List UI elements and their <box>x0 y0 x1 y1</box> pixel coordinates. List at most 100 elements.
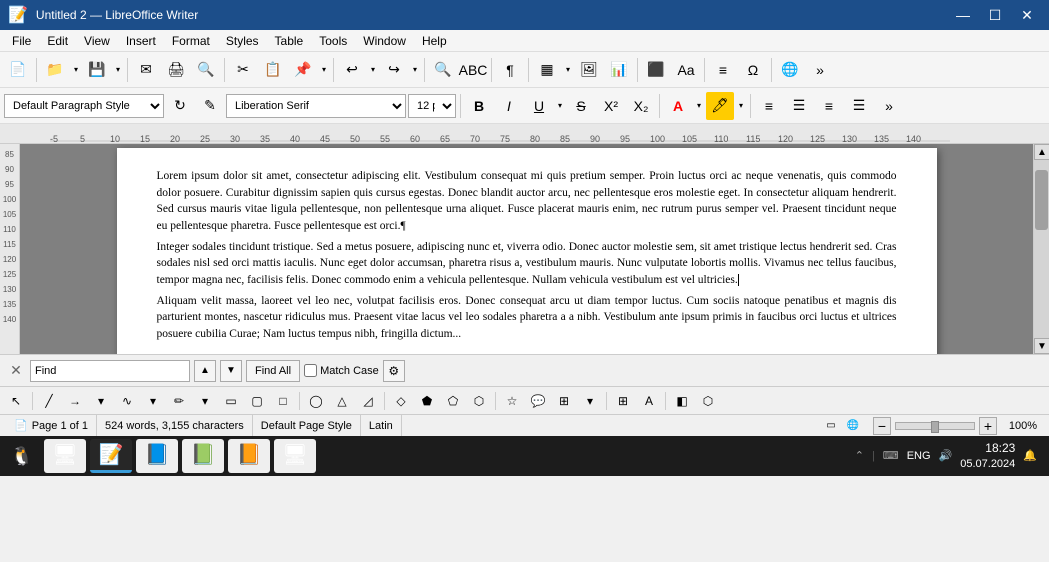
align-center-button[interactable]: ☰ <box>785 92 813 120</box>
taskbar-app-monitor[interactable]: 🖥 <box>274 439 316 473</box>
open-button[interactable]: 📁 <box>41 56 69 84</box>
redo-button[interactable]: ↪ <box>380 56 408 84</box>
find-prev-button[interactable]: ▲ <box>194 360 216 382</box>
font-color-dropdown[interactable]: ▾ <box>694 92 704 120</box>
ellipse-tool[interactable]: ◯ <box>304 390 328 412</box>
rounded-rect-tool[interactable]: ▢ <box>245 390 269 412</box>
find-close-button[interactable]: ✕ <box>6 361 26 381</box>
rect2-tool[interactable]: □ <box>271 390 295 412</box>
taskbar-app-writer[interactable]: 📝 <box>90 439 132 473</box>
select-tool[interactable]: ↖ <box>4 390 28 412</box>
email-button[interactable]: ✉ <box>132 56 160 84</box>
underline-button[interactable]: U <box>525 92 553 120</box>
globe-button[interactable]: 🌐 <box>776 56 804 84</box>
notification-bell-icon[interactable]: 🔔 <box>1023 449 1037 462</box>
more-fmt-button[interactable]: » <box>875 92 903 120</box>
font-color-button[interactable]: A <box>664 92 692 120</box>
undo-button[interactable]: ↩ <box>338 56 366 84</box>
shadow-tool[interactable]: ◧ <box>670 390 694 412</box>
speaker-icon[interactable]: 🔊 <box>939 449 953 462</box>
more-button[interactable]: » <box>806 56 834 84</box>
formatting-marks-button[interactable]: ¶ <box>496 56 524 84</box>
zoom-slider-thumb[interactable] <box>931 421 939 433</box>
strikethrough-button[interactable]: S <box>567 92 595 120</box>
new-button[interactable]: 📄 <box>4 56 32 84</box>
minimize-button[interactable]: — <box>949 5 977 25</box>
3d-tool[interactable]: ⬡ <box>696 390 720 412</box>
connect-tool[interactable]: ⊞ <box>611 390 635 412</box>
rect-tool[interactable]: ▭ <box>219 390 243 412</box>
page-break-button[interactable]: ⬛ <box>642 56 670 84</box>
cut-button[interactable]: ✂ <box>229 56 257 84</box>
paste-button[interactable]: 📌 <box>289 56 317 84</box>
taskbar-app-chat[interactable]: 📘 <box>136 439 178 473</box>
open-dropdown[interactable]: ▾ <box>71 56 81 84</box>
subscript-button[interactable]: X₂ <box>627 92 655 120</box>
taskbar-app-impress[interactable]: 📙 <box>228 439 270 473</box>
freeform-dropdown[interactable]: ▾ <box>193 390 217 412</box>
styles-button[interactable]: Aa <box>672 56 700 84</box>
web-view-button[interactable]: 🌐 <box>843 417 863 435</box>
freeform-tool[interactable]: ✏ <box>167 390 191 412</box>
diamond-tool[interactable]: ◇ <box>389 390 413 412</box>
hexagon-tool[interactable]: ⬡ <box>467 390 491 412</box>
menu-tools[interactable]: Tools <box>311 30 355 51</box>
bold-button[interactable]: B <box>465 92 493 120</box>
language-indicator[interactable]: ENG <box>907 450 931 462</box>
find-button[interactable]: 🔍 <box>429 56 457 84</box>
italic-button[interactable]: I <box>495 92 523 120</box>
arrow-tool[interactable]: → <box>63 390 87 412</box>
callout-tool[interactable]: 💬 <box>526 390 550 412</box>
curve-tool[interactable]: ∿ <box>115 390 139 412</box>
menu-view[interactable]: View <box>76 30 118 51</box>
match-case-input[interactable] <box>304 364 317 377</box>
image-button[interactable]: 🖼 <box>575 56 603 84</box>
new-style-button[interactable]: ✎ <box>196 92 224 120</box>
match-case-checkbox[interactable]: Match Case <box>304 364 379 377</box>
arrow-dropdown[interactable]: ▾ <box>89 390 113 412</box>
page-content[interactable]: Lorem ipsum dolor sit amet, consectetur … <box>157 168 897 343</box>
align-right-button[interactable]: ≡ <box>815 92 843 120</box>
underline-dropdown[interactable]: ▾ <box>555 92 565 120</box>
line-tool[interactable]: ╱ <box>37 390 61 412</box>
paragraph-style-select[interactable]: Default Paragraph Style <box>4 94 164 118</box>
menu-file[interactable]: File <box>4 30 39 51</box>
zoom-out-button[interactable]: − <box>873 417 891 435</box>
vertical-scrollbar[interactable]: ▲ ▼ <box>1033 144 1049 354</box>
maximize-button[interactable]: ☐ <box>981 5 1009 25</box>
spellcheck-button[interactable]: ABC <box>459 56 487 84</box>
align-left-button[interactable]: ≡ <box>755 92 783 120</box>
find-all-button[interactable]: Find All <box>246 360 300 382</box>
left-align-button[interactable]: ≡ <box>709 56 737 84</box>
font-size-select[interactable]: 12 pt <box>408 94 456 118</box>
paste-dropdown[interactable]: ▾ <box>319 56 329 84</box>
find-input[interactable] <box>30 360 190 382</box>
paragraph-3[interactable]: Aliquam velit massa, laoreet vel leo nec… <box>157 293 897 343</box>
scroll-down-button[interactable]: ▼ <box>1034 338 1049 354</box>
table-dropdown[interactable]: ▾ <box>563 56 573 84</box>
flowchart-tool[interactable]: ⬟ <box>415 390 439 412</box>
close-button[interactable]: ✕ <box>1013 5 1041 25</box>
curve-dropdown[interactable]: ▾ <box>141 390 165 412</box>
special-char-button[interactable]: Ω <box>739 56 767 84</box>
normal-view-button[interactable]: ▭ <box>821 417 841 435</box>
scroll-track[interactable] <box>1034 160 1049 338</box>
find-other-button[interactable]: ⚙ <box>383 360 405 382</box>
save-dropdown[interactable]: ▾ <box>113 56 123 84</box>
triangle-tool[interactable]: △ <box>330 390 354 412</box>
font-select[interactable]: Liberation Serif <box>226 94 406 118</box>
superscript-button[interactable]: X² <box>597 92 625 120</box>
find-next-button[interactable]: ▼ <box>220 360 242 382</box>
grid-dropdown[interactable]: ▾ <box>578 390 602 412</box>
redo-dropdown[interactable]: ▾ <box>410 56 420 84</box>
print-preview-button[interactable]: 🔍 <box>192 56 220 84</box>
undo-dropdown[interactable]: ▾ <box>368 56 378 84</box>
chart-button[interactable]: 📊 <box>605 56 633 84</box>
save-button[interactable]: 💾 <box>83 56 111 84</box>
menu-insert[interactable]: Insert <box>118 30 164 51</box>
pentagon-tool[interactable]: ⬠ <box>441 390 465 412</box>
grid-tool[interactable]: ⊞ <box>552 390 576 412</box>
print-button[interactable]: 🖨 <box>162 56 190 84</box>
menu-table[interactable]: Table <box>267 30 312 51</box>
menu-window[interactable]: Window <box>355 30 414 51</box>
